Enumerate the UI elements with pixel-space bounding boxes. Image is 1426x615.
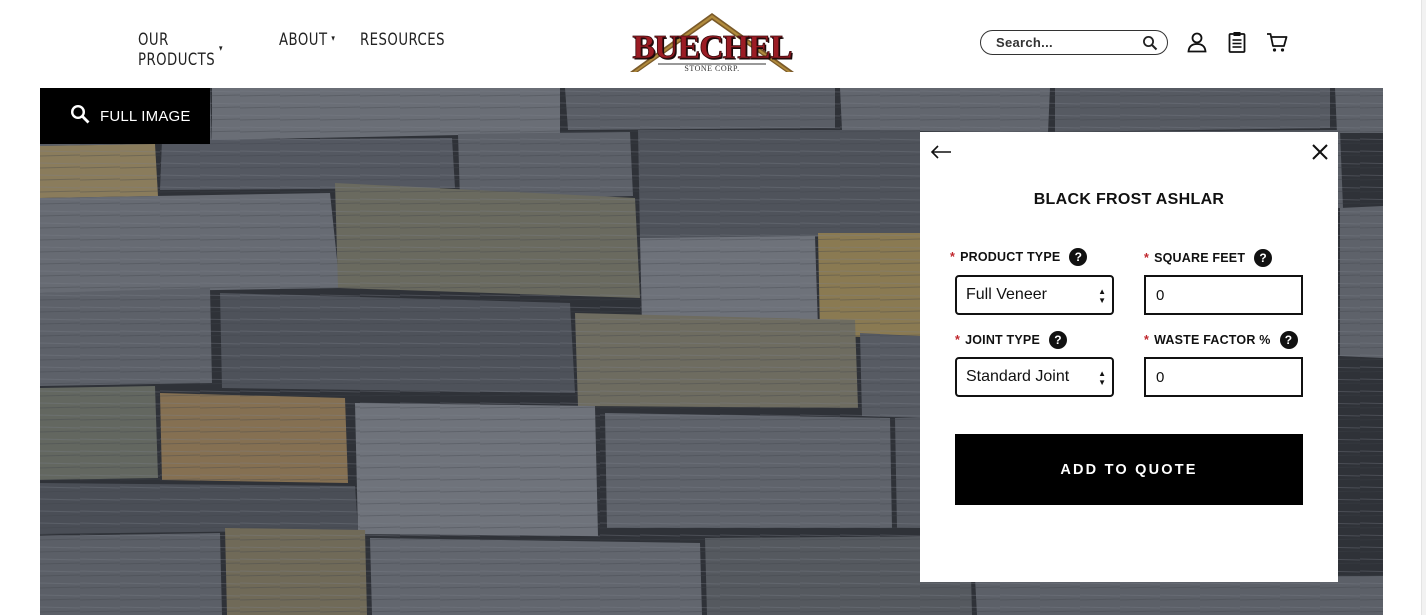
help-icon[interactable]: ? — [1069, 248, 1088, 266]
close-icon[interactable] — [1310, 142, 1330, 162]
nav-about-label: ABOUT — [279, 30, 328, 50]
select-arrows-icon: ▲ ▼ — [1098, 369, 1106, 387]
search-box — [980, 30, 1168, 55]
square-feet-input[interactable] — [1156, 286, 1286, 304]
required-marker: * — [1144, 333, 1150, 347]
search-input[interactable] — [996, 35, 1136, 50]
nav-our-products-label: OUR PRODUCTS — [138, 30, 216, 70]
nav-our-products[interactable]: OUR PRODUCTS ▾ — [138, 30, 223, 70]
product-type-label-text: PRODUCT TYPE — [960, 250, 1061, 264]
chevron-down-icon: ▾ — [218, 44, 223, 54]
logo-tagline: STONE CORP. — [684, 64, 739, 73]
help-icon[interactable]: ? — [1049, 331, 1068, 349]
page-scrollbar[interactable] — [1421, 0, 1426, 615]
account-icon[interactable] — [1186, 31, 1208, 53]
search-icon[interactable] — [1142, 35, 1158, 51]
square-feet-field — [1144, 275, 1303, 315]
back-arrow-icon[interactable] — [929, 142, 953, 162]
required-marker: * — [950, 250, 956, 264]
logo-graphic: BUECHEL BUECHEL STONE CORP. — [630, 13, 794, 73]
product-type-select[interactable]: Full Veneer ▲ ▼ — [955, 275, 1114, 315]
site-header: OUR PRODUCTS ▾ ABOUT ▾ RESOURCES BUECHEL… — [0, 0, 1426, 88]
product-title: BLACK FROST ASHLAR — [1033, 191, 1225, 208]
full-image-button[interactable]: FULL IMAGE — [40, 88, 210, 144]
waste-factor-label: * WASTE FACTOR % ? — [1144, 331, 1298, 349]
cart-icon[interactable] — [1266, 31, 1288, 53]
required-marker: * — [1144, 251, 1150, 265]
logo-name-front: BUECHEL — [632, 29, 792, 66]
waste-factor-label-text: WASTE FACTOR % — [1154, 333, 1271, 347]
full-image-label: FULL IMAGE — [100, 107, 191, 125]
joint-type-value: Standard Joint — [966, 368, 1070, 385]
joint-type-select[interactable]: Standard Joint ▲ ▼ — [955, 357, 1114, 397]
add-to-quote-button[interactable]: ADD TO QUOTE — [955, 434, 1303, 505]
waste-factor-input[interactable] — [1156, 368, 1286, 386]
quote-panel: BLACK FROST ASHLAR * PRODUCT TYPE ? Full… — [920, 132, 1338, 582]
required-marker: * — [955, 333, 961, 347]
nav-resources[interactable]: RESOURCES — [360, 30, 445, 50]
nav-about[interactable]: ABOUT ▾ — [279, 30, 335, 50]
product-type-value: Full Veneer — [966, 286, 1047, 303]
square-feet-label: * SQUARE FEET ? — [1144, 249, 1273, 267]
select-arrows-icon: ▲ ▼ — [1098, 287, 1106, 305]
magnifier-icon — [70, 104, 90, 129]
quote-clipboard-icon[interactable] — [1226, 31, 1248, 53]
joint-type-label: * JOINT TYPE ? — [955, 331, 1068, 349]
waste-factor-field — [1144, 357, 1303, 397]
chevron-down-icon: ▾ — [331, 34, 336, 44]
help-icon[interactable]: ? — [1254, 249, 1273, 267]
joint-type-label-text: JOINT TYPE — [965, 333, 1041, 347]
help-icon[interactable]: ? — [1279, 331, 1298, 349]
buechel-logo[interactable]: BUECHEL BUECHEL STONE CORP. — [628, 12, 796, 74]
square-feet-label-text: SQUARE FEET — [1154, 251, 1246, 265]
product-type-label: * PRODUCT TYPE ? — [950, 248, 1088, 266]
nav-resources-label: RESOURCES — [360, 30, 445, 50]
